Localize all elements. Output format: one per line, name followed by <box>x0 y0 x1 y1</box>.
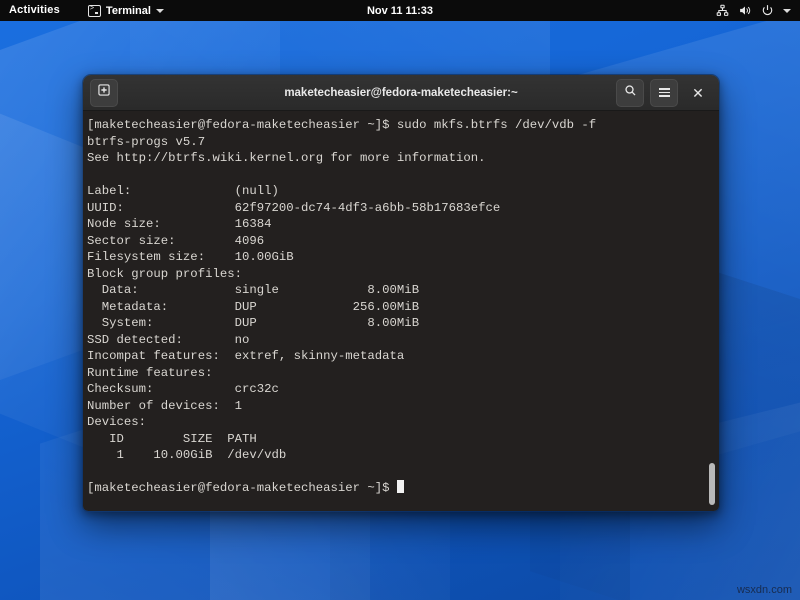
chevron-down-icon <box>783 9 791 13</box>
search-button[interactable] <box>616 79 644 107</box>
system-status-area[interactable] <box>716 4 800 17</box>
hamburger-menu-icon <box>659 87 670 99</box>
window-titlebar[interactable]: maketecheasier@fedora-maketecheasier:~ <box>83 75 719 111</box>
network-icon <box>716 4 729 17</box>
close-button[interactable]: ✕ <box>684 79 712 107</box>
activities-button[interactable]: Activities <box>0 0 70 21</box>
terminal-output[interactable]: [maketecheasier@fedora-maketecheasier ~]… <box>83 111 719 497</box>
new-tab-button[interactable] <box>90 79 118 107</box>
power-icon <box>761 4 774 17</box>
chevron-down-icon <box>156 9 164 13</box>
watermark: wsxdn.com <box>737 584 792 596</box>
gnome-top-bar: Activities Terminal Nov 11 11:33 <box>0 0 800 21</box>
terminal-icon <box>88 5 101 17</box>
terminal-scrollbar[interactable] <box>707 111 717 511</box>
scrollbar-thumb[interactable] <box>709 463 715 505</box>
terminal-body[interactable]: [maketecheasier@fedora-maketecheasier ~]… <box>83 111 719 511</box>
search-icon <box>624 84 637 102</box>
desktop: Activities Terminal Nov 11 11:33 <box>0 0 800 600</box>
terminal-cursor <box>397 480 404 493</box>
app-menu-button[interactable]: Terminal <box>80 0 172 21</box>
close-icon: ✕ <box>692 86 704 100</box>
titlebar-buttons: ✕ <box>616 79 712 107</box>
app-menu-label: Terminal <box>106 5 151 17</box>
terminal-window: maketecheasier@fedora-maketecheasier:~ <box>82 74 720 512</box>
new-tab-icon <box>97 83 111 102</box>
volume-icon <box>738 4 752 17</box>
menu-button[interactable] <box>650 79 678 107</box>
